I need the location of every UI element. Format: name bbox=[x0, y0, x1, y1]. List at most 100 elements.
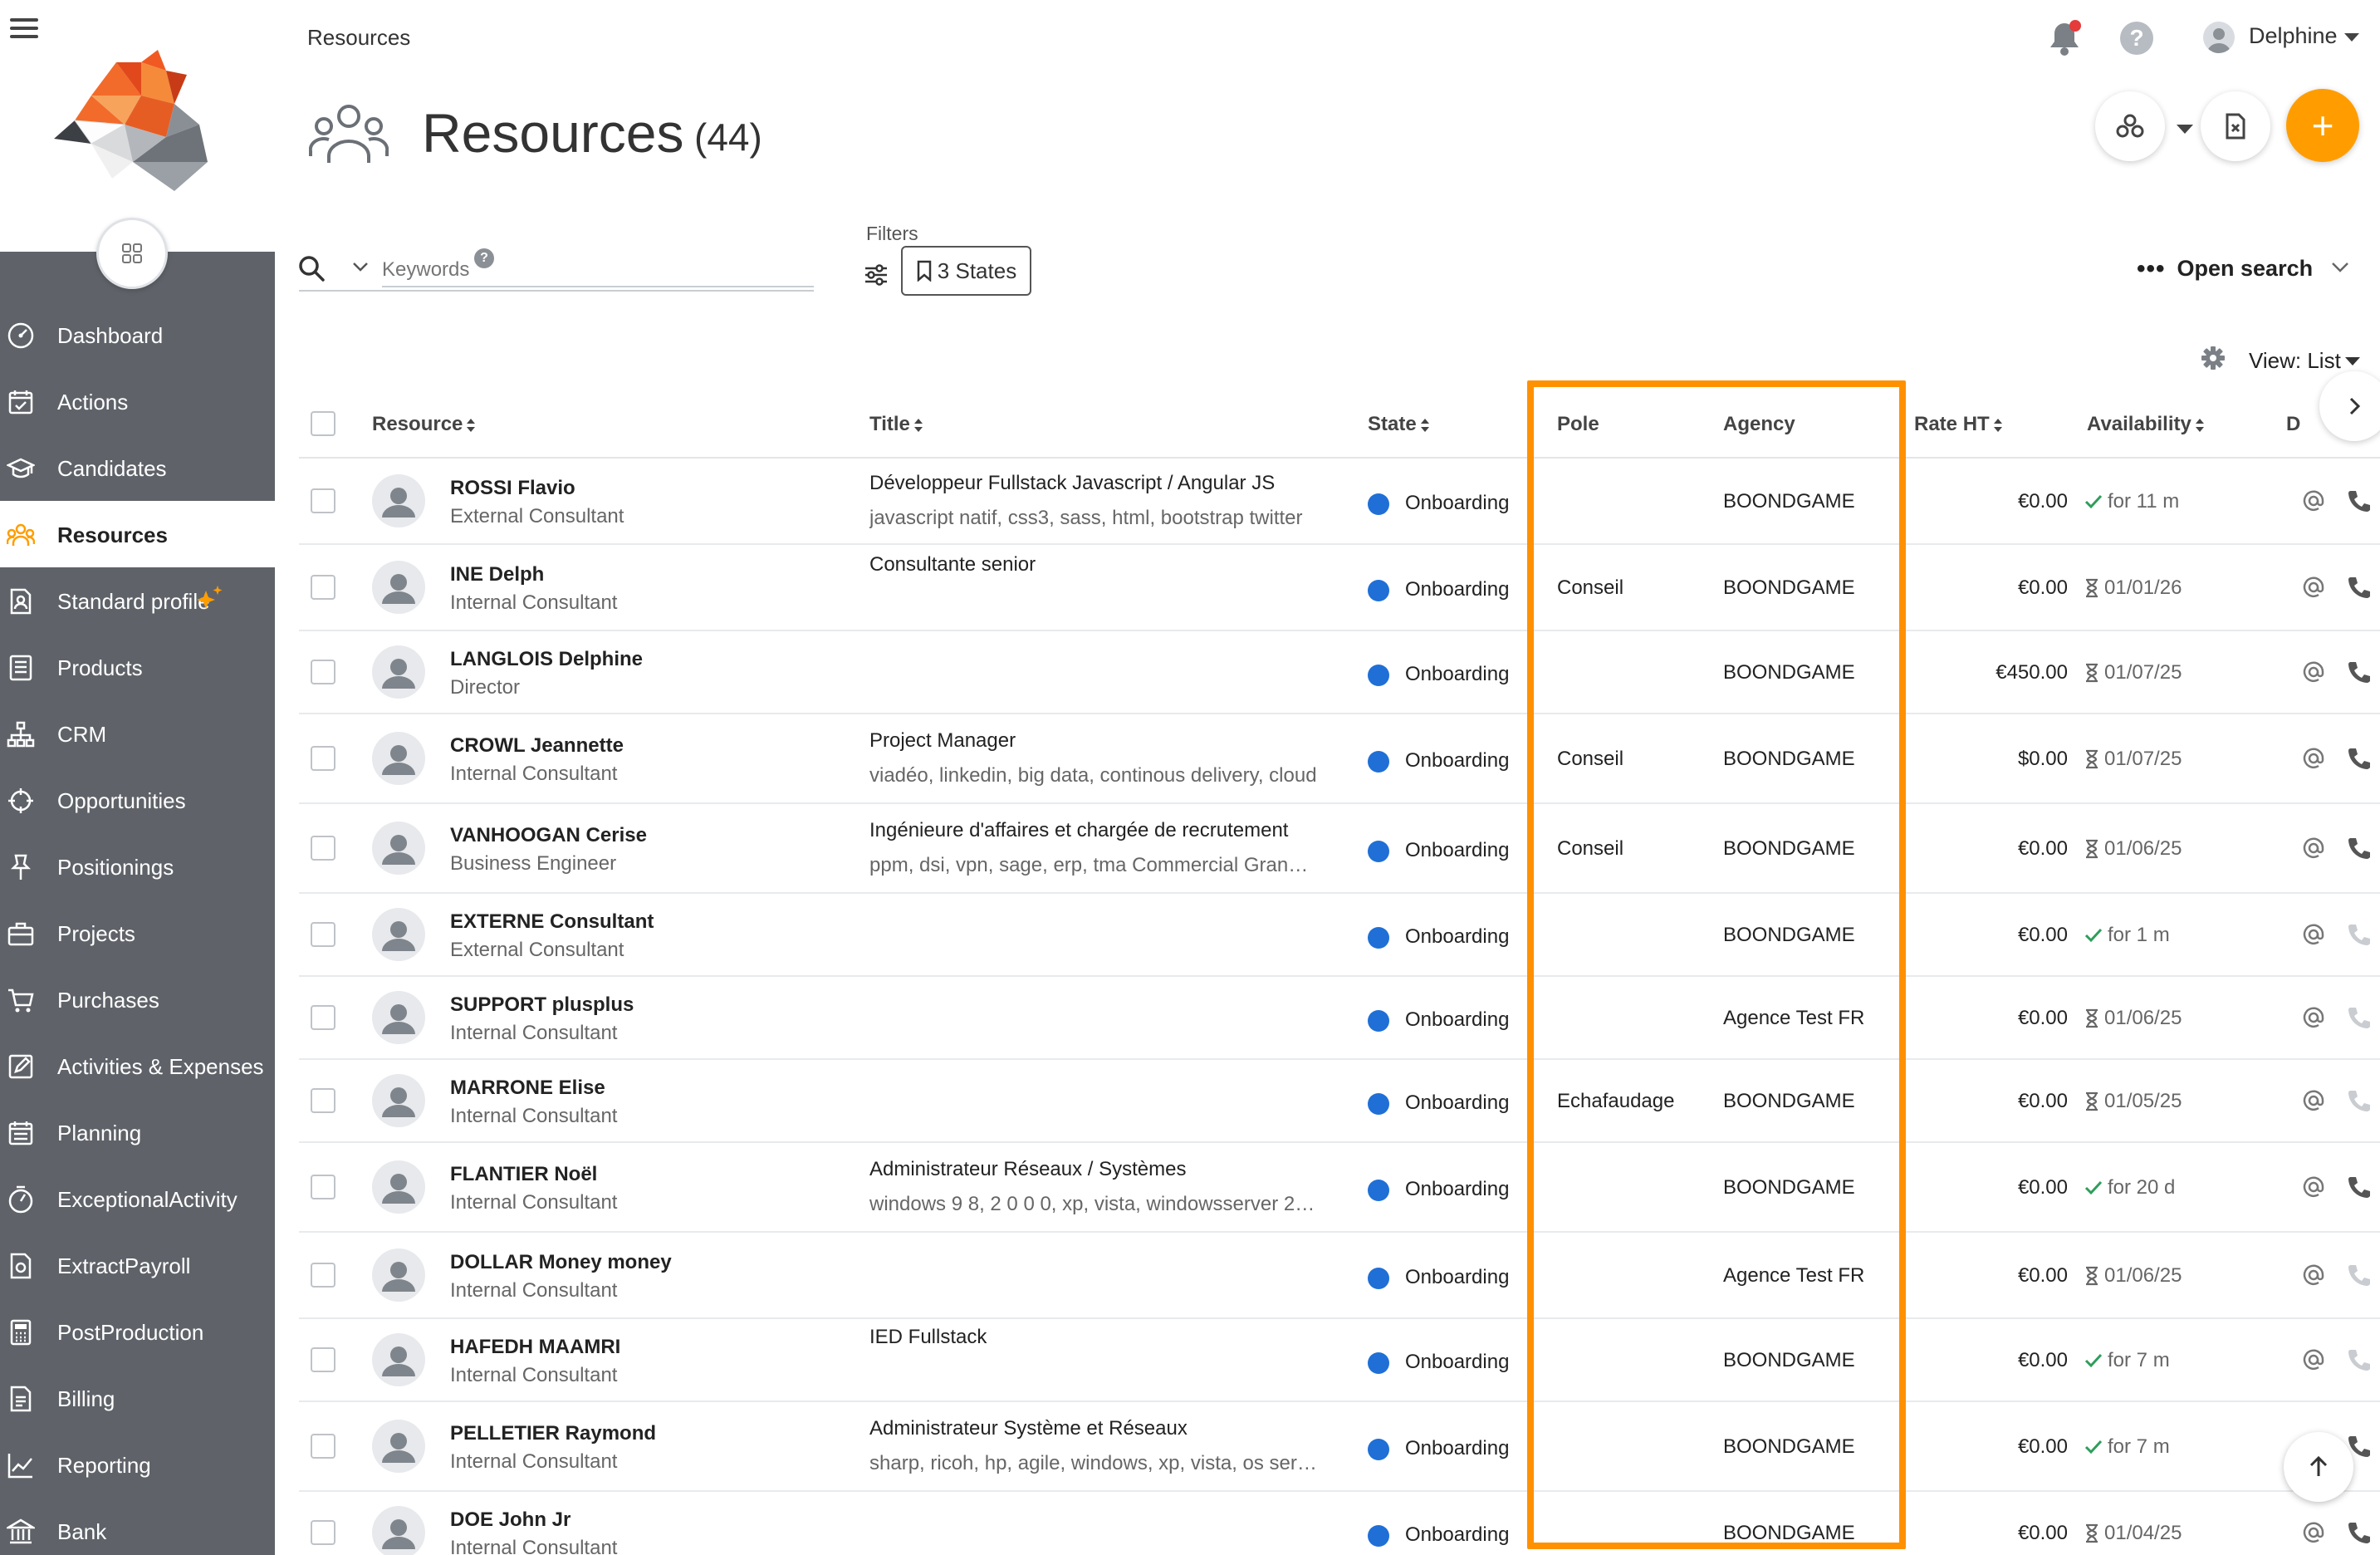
share-caret-icon[interactable] bbox=[2177, 125, 2193, 134]
table-row[interactable]: LANGLOIS Delphine Director Onboarding BOOND… bbox=[299, 631, 2380, 714]
resource-avatar[interactable] bbox=[372, 822, 425, 875]
row-checkbox[interactable] bbox=[311, 1088, 335, 1113]
email-at-icon[interactable] bbox=[2301, 1520, 2326, 1545]
sidebar-item-extractpayroll[interactable]: ExtractPayroll bbox=[0, 1232, 275, 1298]
resource-state[interactable]: Onboarding bbox=[1405, 663, 1509, 686]
sidebar-item-positionings[interactable]: Positionings bbox=[0, 833, 275, 900]
resource-state[interactable]: Onboarding bbox=[1405, 1091, 1509, 1115]
sidebar-item-planning[interactable]: Planning bbox=[0, 1099, 275, 1165]
hamburger-menu-icon[interactable] bbox=[8, 12, 42, 45]
keywords-search-input[interactable] bbox=[382, 254, 814, 287]
resource-avatar[interactable] bbox=[372, 1074, 425, 1127]
sidebar-item-billing[interactable]: Billing bbox=[0, 1365, 275, 1431]
header-availability[interactable]: Availability bbox=[2087, 413, 2205, 436]
resource-state[interactable]: Onboarding bbox=[1405, 492, 1509, 515]
sidebar-item-resources[interactable]: Resources bbox=[0, 501, 275, 567]
resource-name[interactable]: ROSSI Flavio bbox=[450, 477, 575, 500]
table-row[interactable]: VANHOOGAN Cerise Business Engineer Ingénie… bbox=[299, 804, 2380, 894]
help-button[interactable]: ? bbox=[2120, 22, 2153, 55]
header-more[interactable]: D bbox=[2286, 413, 2300, 436]
table-row[interactable]: SUPPORT plusplus Internal Consultant Onboa… bbox=[299, 977, 2380, 1060]
settings-gear-icon[interactable] bbox=[2201, 346, 2226, 370]
header-resource[interactable]: Resource bbox=[372, 413, 476, 436]
phone-icon[interactable] bbox=[2346, 575, 2371, 600]
next-columns-button[interactable] bbox=[2319, 371, 2380, 441]
filter-sliders-icon[interactable] bbox=[864, 262, 889, 287]
resource-state[interactable]: Onboarding bbox=[1405, 1178, 1509, 1201]
header-agency[interactable]: Agency bbox=[1723, 413, 1795, 436]
breadcrumb[interactable]: Resources bbox=[307, 25, 410, 51]
table-row[interactable]: HAFEDH MAAMRI Internal Consultant IED Full… bbox=[299, 1319, 2380, 1402]
resource-avatar[interactable] bbox=[372, 991, 425, 1044]
states-filter-button[interactable]: 3 States bbox=[901, 246, 1031, 296]
row-checkbox[interactable] bbox=[311, 1263, 335, 1288]
resource-name[interactable]: SUPPORT plusplus bbox=[450, 993, 634, 1017]
resource-state[interactable]: Onboarding bbox=[1405, 1437, 1509, 1460]
row-checkbox[interactable] bbox=[311, 660, 335, 684]
row-checkbox[interactable] bbox=[311, 1434, 335, 1459]
row-checkbox[interactable] bbox=[311, 746, 335, 771]
phone-icon[interactable] bbox=[2346, 660, 2371, 684]
resource-name[interactable]: EXTERNE Consultant bbox=[450, 910, 654, 934]
sidebar-item-exceptionalactivity[interactable]: ExceptionalActivity bbox=[0, 1165, 275, 1232]
resource-name[interactable]: VANHOOGAN Cerise bbox=[450, 824, 647, 847]
row-checkbox[interactable] bbox=[311, 1175, 335, 1199]
open-search-button[interactable]: ••• Open search bbox=[2137, 256, 2313, 282]
sidebar-item-projects[interactable]: Projects bbox=[0, 900, 275, 966]
search-icon[interactable] bbox=[297, 254, 326, 282]
email-at-icon[interactable] bbox=[2301, 1005, 2326, 1030]
sidebar-item-products[interactable]: Products bbox=[0, 634, 275, 700]
table-row[interactable]: DOLLAR Money money Internal Consultant Onb… bbox=[299, 1233, 2380, 1319]
user-avatar[interactable] bbox=[2203, 22, 2235, 53]
view-mode-selector[interactable]: View: List bbox=[2249, 348, 2341, 374]
apps-grid-button[interactable] bbox=[96, 218, 168, 289]
email-at-icon[interactable] bbox=[2301, 1263, 2326, 1288]
email-at-icon[interactable] bbox=[2301, 836, 2326, 861]
resource-avatar[interactable] bbox=[372, 1248, 425, 1302]
resource-avatar[interactable] bbox=[372, 1333, 425, 1386]
sidebar-item-candidates[interactable]: Candidates bbox=[0, 434, 275, 501]
sidebar-item-postproduction[interactable]: PostProduction bbox=[0, 1298, 275, 1365]
user-menu-caret-icon[interactable] bbox=[2344, 33, 2359, 42]
share-button[interactable] bbox=[2095, 91, 2165, 161]
resource-name[interactable]: HAFEDH MAAMRI bbox=[450, 1336, 620, 1359]
email-at-icon[interactable] bbox=[2301, 1347, 2326, 1372]
resource-avatar[interactable] bbox=[372, 645, 425, 699]
header-rate[interactable]: Rate HT bbox=[1914, 413, 2003, 436]
resource-state[interactable]: Onboarding bbox=[1405, 749, 1509, 773]
row-checkbox[interactable] bbox=[311, 1005, 335, 1030]
table-row[interactable]: FLANTIER Noël Internal Consultant Administ… bbox=[299, 1143, 2380, 1233]
resource-avatar[interactable] bbox=[372, 732, 425, 785]
resource-state[interactable]: Onboarding bbox=[1405, 925, 1509, 949]
resource-state[interactable]: Onboarding bbox=[1405, 1266, 1509, 1289]
resource-avatar[interactable] bbox=[372, 1506, 425, 1555]
add-resource-button[interactable]: + bbox=[2286, 89, 2359, 162]
keywords-help-icon[interactable]: ? bbox=[474, 248, 494, 268]
row-checkbox[interactable] bbox=[311, 836, 335, 861]
resource-name[interactable]: FLANTIER Noël bbox=[450, 1163, 597, 1186]
table-row[interactable]: CROWL Jeannette Internal Consultant Projec… bbox=[299, 714, 2380, 804]
email-at-icon[interactable] bbox=[2301, 660, 2326, 684]
sidebar-item-opportunities[interactable]: Opportunities bbox=[0, 767, 275, 833]
phone-icon[interactable] bbox=[2346, 746, 2371, 771]
row-checkbox[interactable] bbox=[311, 922, 335, 947]
resource-avatar[interactable] bbox=[372, 1160, 425, 1214]
resource-name[interactable]: LANGLOIS Delphine bbox=[450, 648, 643, 671]
email-at-icon[interactable] bbox=[2301, 1088, 2326, 1113]
user-name[interactable]: Delphine bbox=[2249, 23, 2338, 49]
sidebar-item-crm[interactable]: CRM bbox=[0, 700, 275, 767]
resource-avatar[interactable] bbox=[372, 561, 425, 614]
resource-state[interactable]: Onboarding bbox=[1405, 578, 1509, 601]
open-search-chevron-icon[interactable] bbox=[2331, 261, 2349, 274]
resource-avatar[interactable] bbox=[372, 1420, 425, 1473]
resource-name[interactable]: DOE John Jr bbox=[450, 1508, 571, 1532]
sidebar-item-standard-profile[interactable]: Standard profile bbox=[0, 567, 275, 634]
header-state[interactable]: State bbox=[1368, 413, 1430, 436]
keywords-scope-chevron-icon[interactable] bbox=[352, 261, 369, 272]
resource-name[interactable]: DOLLAR Money money bbox=[450, 1251, 672, 1274]
sidebar-item-actions[interactable]: Actions bbox=[0, 368, 275, 434]
select-all-checkbox[interactable] bbox=[311, 411, 335, 436]
resource-state[interactable]: Onboarding bbox=[1405, 1351, 1509, 1374]
table-row[interactable]: PELLETIER Raymond Internal Consultant Admi… bbox=[299, 1402, 2380, 1492]
resource-avatar[interactable] bbox=[372, 474, 425, 527]
